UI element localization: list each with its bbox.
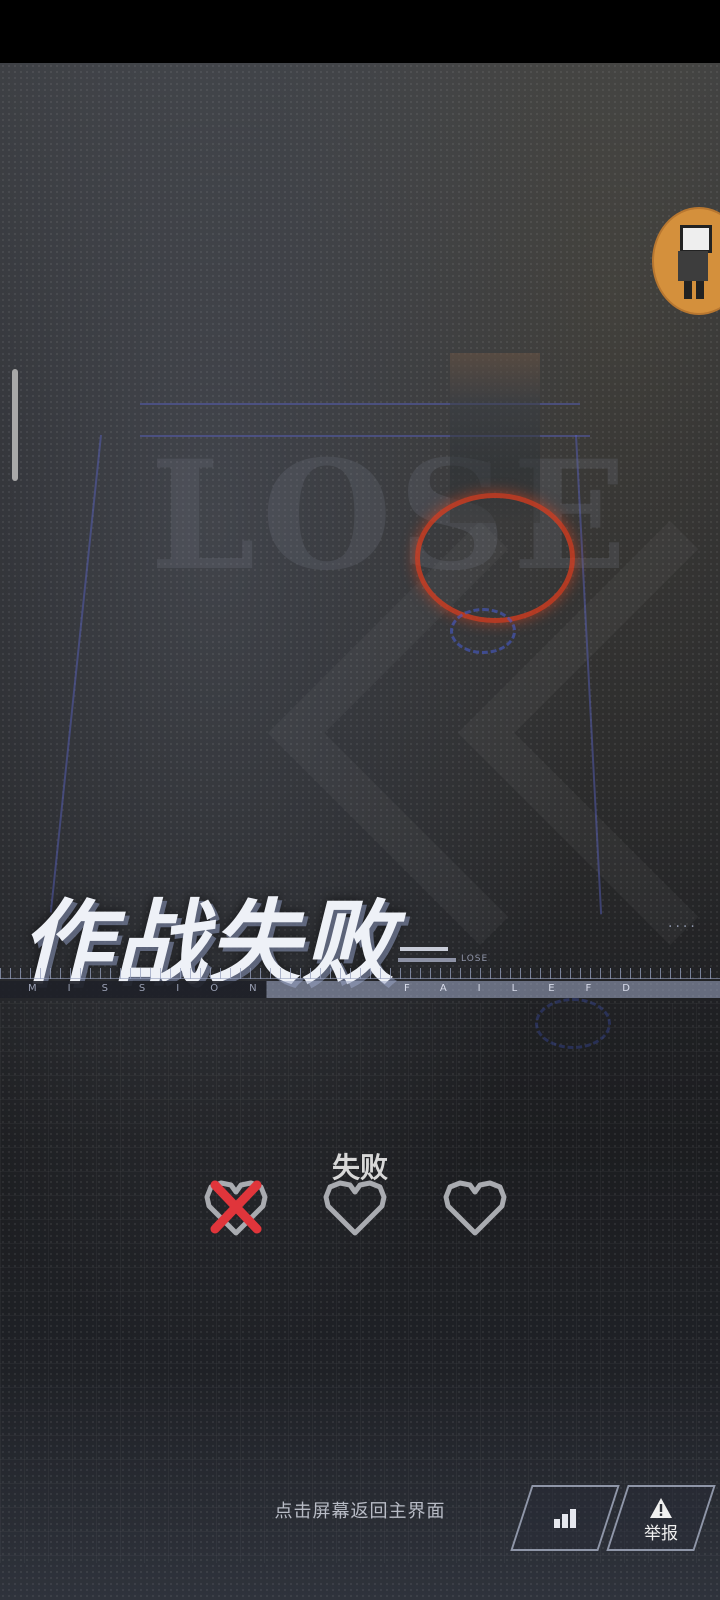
red-aura-ring bbox=[415, 493, 575, 623]
banner-text-right: FAILEFD bbox=[404, 983, 661, 994]
stats-button[interactable] bbox=[510, 1485, 620, 1551]
status-bar bbox=[0, 0, 720, 63]
grid-pattern bbox=[0, 1003, 720, 1563]
title-dash bbox=[400, 947, 448, 951]
ruler-ticks bbox=[0, 968, 720, 979]
decorative-dots: .... bbox=[668, 915, 698, 931]
heart-outline-icon bbox=[440, 1175, 510, 1239]
crossed-heart-icon bbox=[201, 1175, 271, 1239]
scroll-handle[interactable] bbox=[12, 369, 18, 481]
lose-tag: LOSE bbox=[461, 954, 489, 964]
bar-chart-icon bbox=[553, 1508, 577, 1528]
heart-outline-icon bbox=[320, 1175, 390, 1239]
blue-target-ring bbox=[450, 608, 516, 654]
blue-target-ring bbox=[535, 998, 611, 1049]
banner-text-left: MISSION bbox=[28, 983, 288, 994]
report-button[interactable]: 举报 bbox=[606, 1485, 716, 1551]
game-result-screen[interactable]: LOSE 作战失败 LOSE .... MISSION FAILEFD 失败 点… bbox=[0, 63, 720, 1600]
warning-icon bbox=[650, 1498, 672, 1518]
report-label: 举报 bbox=[644, 1524, 678, 1544]
lose-tag-bar bbox=[398, 958, 456, 962]
